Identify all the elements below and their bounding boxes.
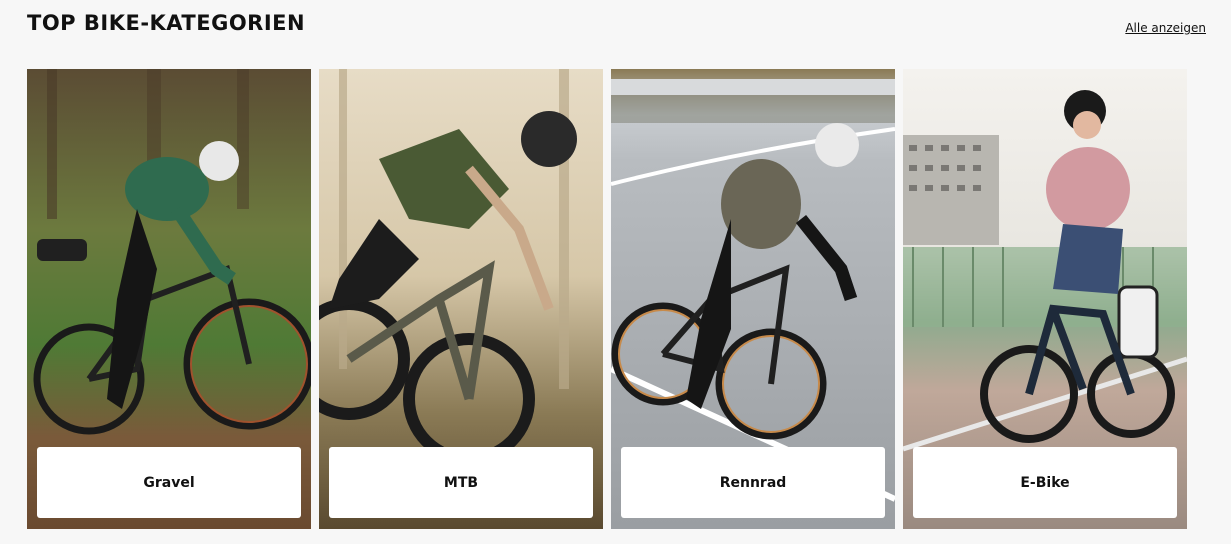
- category-label-mtb: MTB: [329, 447, 593, 518]
- category-card-e-bike[interactable]: E-Bike: [903, 69, 1187, 529]
- category-cards: Gravel MTB Rennrad E-Bike: [27, 69, 1187, 529]
- see-all-link[interactable]: Alle anzeigen: [1125, 20, 1206, 36]
- category-label-e-bike: E-Bike: [913, 447, 1177, 518]
- category-label-rennrad: Rennrad: [621, 447, 885, 518]
- category-label-gravel: Gravel: [37, 447, 301, 518]
- category-card-gravel[interactable]: Gravel: [27, 69, 311, 529]
- category-card-rennrad[interactable]: Rennrad: [611, 69, 895, 529]
- category-card-mtb[interactable]: MTB: [319, 69, 603, 529]
- section-title: TOP BIKE-KATEGORIEN: [27, 11, 306, 35]
